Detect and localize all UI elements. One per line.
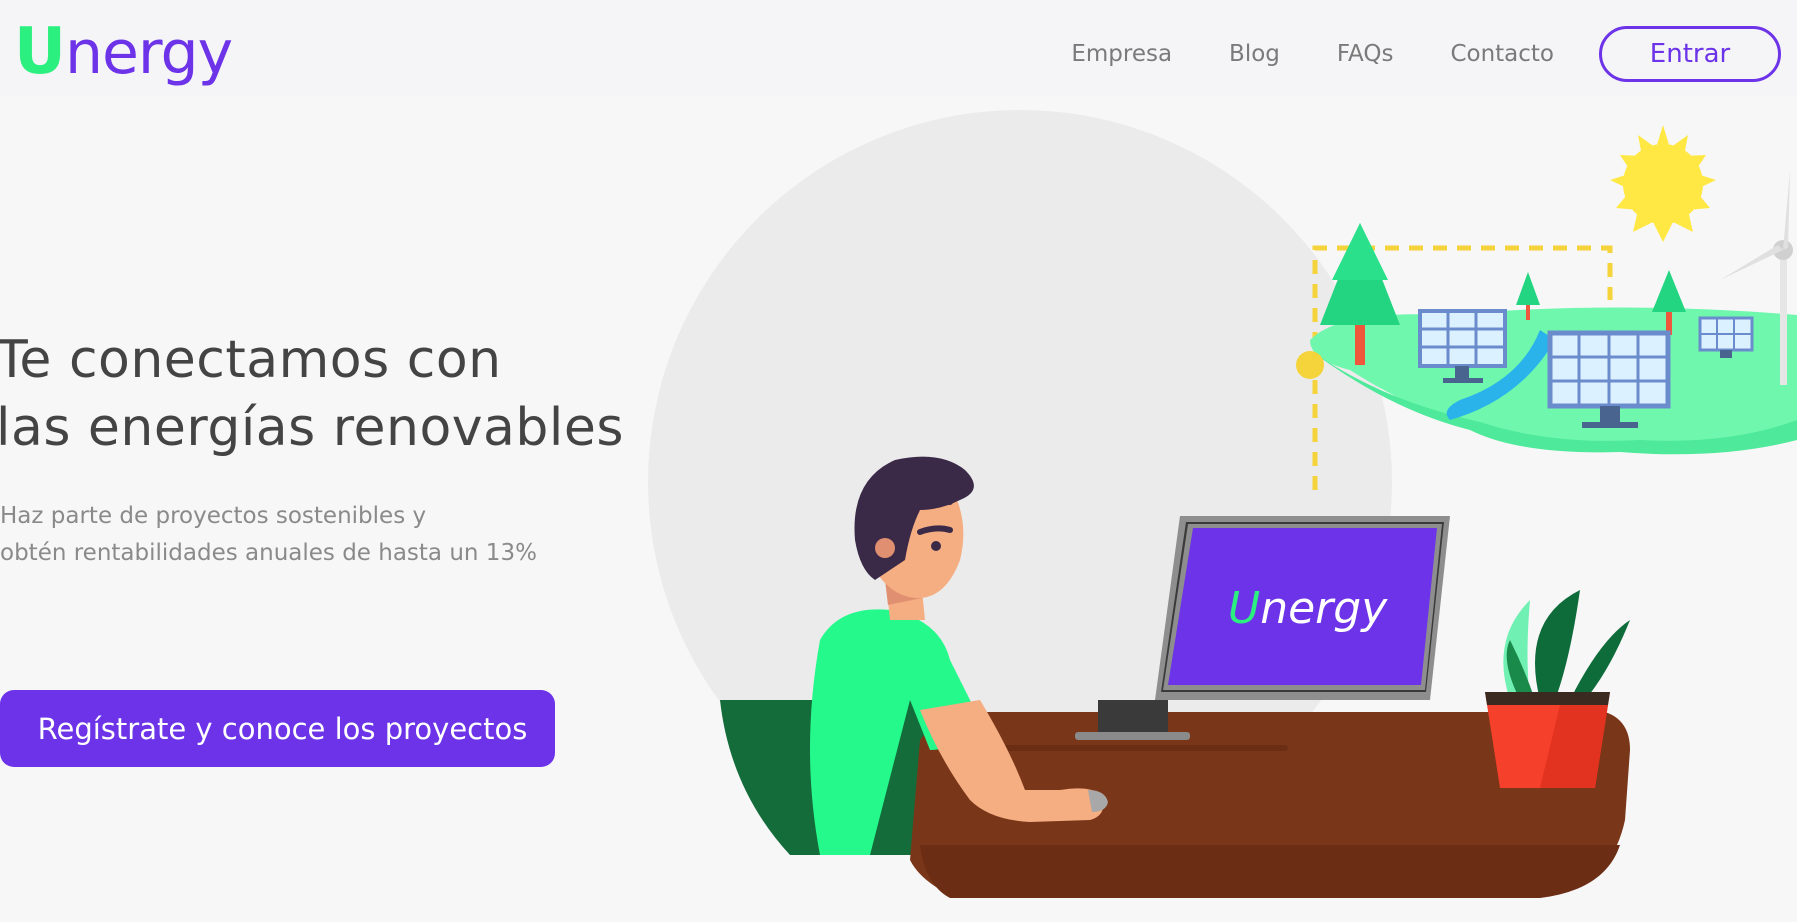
login-button[interactable]: Entrar: [1599, 26, 1781, 82]
monitor-logo: Unergy: [1228, 583, 1388, 634]
logo-mark: U: [14, 15, 66, 89]
header: Unergy Empresa Blog FAQs Contacto Entrar: [0, 0, 1797, 96]
hero-title-line1: Te conectamos con: [0, 330, 502, 390]
sun-icon: [1610, 125, 1716, 242]
logo-word: nergy: [64, 18, 233, 88]
nav-link-contacto[interactable]: Contacto: [1450, 41, 1554, 67]
register-button[interactable]: Regístrate y conoce los proyectos: [0, 690, 555, 767]
hero-illustration: Unergy: [648, 110, 1797, 898]
hero-title-line2: las energías renovables: [0, 398, 624, 458]
monitor-logo-text: nergy: [1260, 583, 1388, 634]
nav-link-faqs[interactable]: FAQs: [1337, 41, 1394, 67]
main-nav: Empresa Blog FAQs Contacto Entrar: [1071, 26, 1781, 82]
hero-title: Te conectamos con las energías renovable…: [0, 326, 624, 462]
logo-wordmark: Unergy: [14, 20, 233, 84]
nav-link-blog[interactable]: Blog: [1229, 41, 1280, 67]
hero-subtitle: Haz parte de proyectos sostenibles y obt…: [0, 498, 537, 572]
hero-subtitle-line1: Haz parte de proyectos sostenibles y: [0, 503, 427, 529]
logo[interactable]: Unergy: [14, 6, 244, 84]
nav-link-empresa[interactable]: Empresa: [1071, 41, 1172, 67]
hero-subtitle-line2: obtén rentabilidades anuales de hasta un…: [0, 540, 537, 566]
monitor-logo-mark: U: [1228, 583, 1260, 634]
